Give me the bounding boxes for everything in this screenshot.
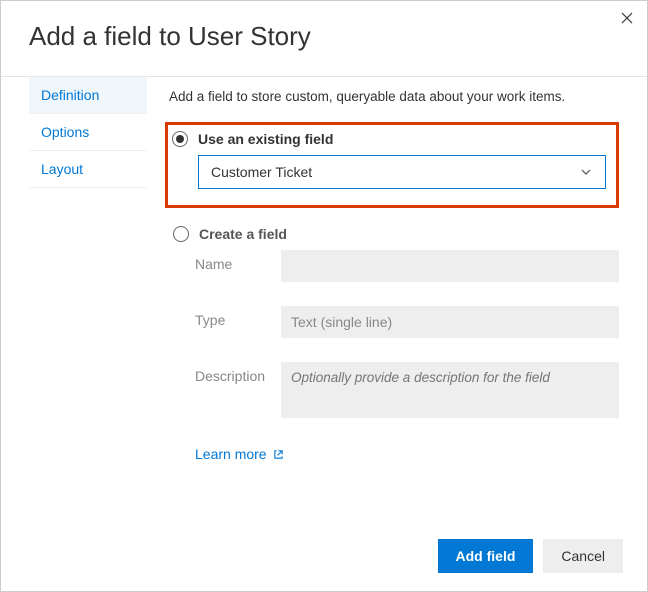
dropdown-selected-value: Customer Ticket <box>211 164 312 180</box>
add-field-button[interactable]: Add field <box>438 539 534 573</box>
name-input[interactable] <box>281 250 619 282</box>
learn-more-label: Learn more <box>195 446 267 462</box>
radio-use-existing-label: Use an existing field <box>198 131 333 147</box>
close-icon[interactable] <box>621 11 633 27</box>
create-field-section: Create a field Name Type Description <box>169 226 619 418</box>
intro-text: Add a field to store custom, queryable d… <box>169 89 619 104</box>
description-label: Description <box>195 362 281 384</box>
name-label: Name <box>195 250 281 272</box>
type-input[interactable] <box>281 306 619 338</box>
type-label: Type <box>195 306 281 328</box>
tab-layout[interactable]: Layout <box>29 151 147 188</box>
dialog-footer: Add field Cancel <box>438 539 623 573</box>
existing-field-section: Use an existing field Customer Ticket <box>165 122 619 208</box>
dialog-title: Add a field to User Story <box>1 1 647 77</box>
content-panel: Add a field to store custom, queryable d… <box>147 77 619 462</box>
cancel-button[interactable]: Cancel <box>543 539 623 573</box>
description-textarea[interactable] <box>281 362 619 418</box>
existing-field-dropdown[interactable]: Customer Ticket <box>198 155 606 189</box>
radio-create-field[interactable] <box>173 226 189 242</box>
chevron-down-icon <box>579 165 593 179</box>
external-link-icon <box>273 449 284 460</box>
sidebar: Definition Options Layout <box>29 77 147 462</box>
tab-definition[interactable]: Definition <box>29 77 147 114</box>
radio-create-field-label: Create a field <box>199 226 287 242</box>
learn-more-link[interactable]: Learn more <box>195 446 619 462</box>
tab-options[interactable]: Options <box>29 114 147 151</box>
radio-use-existing[interactable] <box>172 131 188 147</box>
